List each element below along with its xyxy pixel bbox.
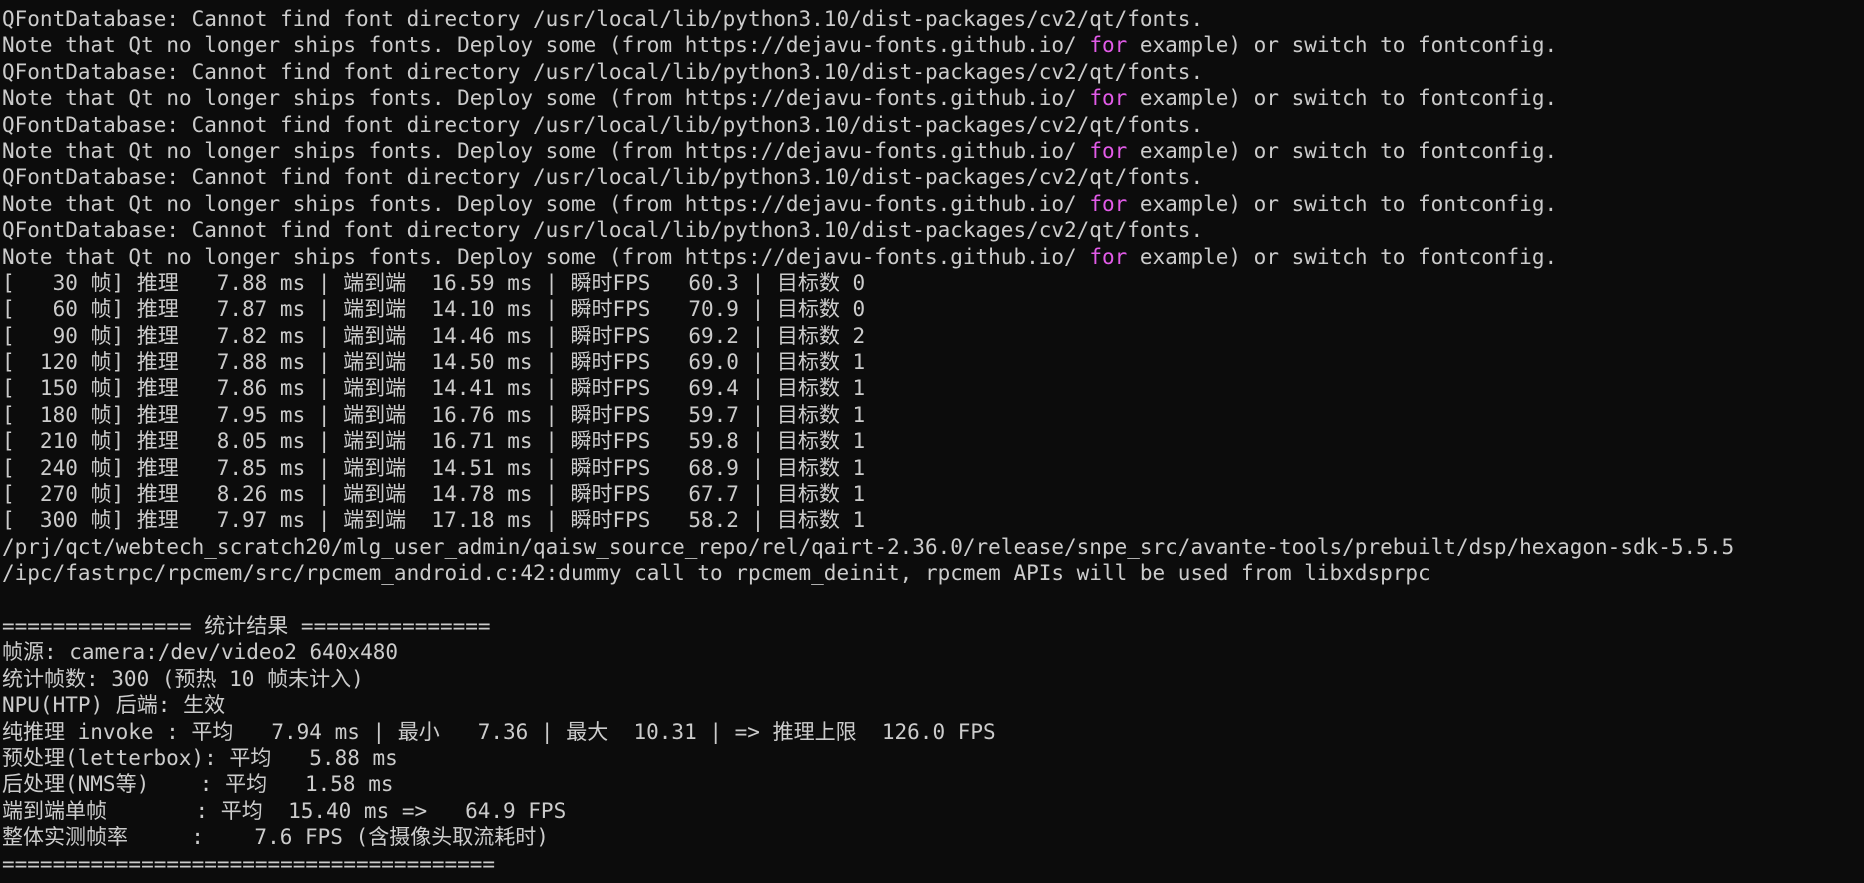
output-text: [ 30 帧] 推理 7.88 ms | 端到端 16.59 ms | 瞬时FP… [2,270,866,295]
terminal-line: /ipc/fastrpc/rpcmem/src/rpcmem_android.c… [2,560,1864,586]
output-text: [ 90 帧] 推理 7.82 ms | 端到端 14.46 ms | 瞬时FP… [2,323,866,348]
output-text: ======================================= [2,851,496,876]
terminal-line: =============== 统计结果 =============== [2,613,1864,639]
output-text: example) or switch to fontconfig. [1127,244,1558,269]
output-text: [ 270 帧] 推理 8.26 ms | 端到端 14.78 ms | 瞬时F… [2,482,866,507]
terminal-line: [ 270 帧] 推理 8.26 ms | 端到端 14.78 ms | 瞬时F… [2,481,1864,507]
terminal-line: 纯推理 invoke : 平均 7.94 ms | 最小 7.36 | 最大 1… [2,719,1864,745]
output-text: 统计帧数: 300 (预热 10 帧未计入) [2,666,364,691]
terminal-line: [ 300 帧] 推理 7.97 ms | 端到端 17.18 ms | 瞬时F… [2,507,1864,533]
output-text: Note that Qt no longer ships fonts. Depl… [2,86,1090,111]
terminal-line: Note that Qt no longer ships fonts. Depl… [2,85,1864,111]
output-text: 整体实测帧率 : 7.6 FPS (含摄像头取流耗时) [2,825,549,850]
terminal-line: QFontDatabase: Cannot find font director… [2,217,1864,243]
terminal-line: QFontDatabase: Cannot find font director… [2,164,1864,190]
terminal-line: [ 90 帧] 推理 7.82 ms | 端到端 14.46 ms | 瞬时FP… [2,323,1864,349]
output-text: Note that Qt no longer ships fonts. Depl… [2,191,1090,216]
terminal-line: 预处理(letterbox): 平均 5.88 ms [2,745,1864,771]
keyword-text: for [1089,86,1128,111]
output-text: QFontDatabase: Cannot find font director… [2,7,1204,31]
terminal-line: 整体实测帧率 : 7.6 FPS (含摄像头取流耗时) [2,824,1864,850]
terminal-line: 帧源: camera:/dev/video2 640x480 [2,639,1864,665]
terminal-line: NPU(HTP) 后端: 生效 [2,692,1864,718]
terminal-line: QFontDatabase: Cannot find font director… [2,112,1864,138]
terminal-line: QFontDatabase: Cannot find font director… [2,6,1864,32]
terminal-line: QFontDatabase: Cannot find font director… [2,59,1864,85]
output-text: [ 240 帧] 推理 7.85 ms | 端到端 14.51 ms | 瞬时F… [2,455,866,480]
output-text: /prj/qct/webtech_scratch20/mlg_user_admi… [2,534,1735,559]
terminal-line: Note that Qt no longer ships fonts. Depl… [2,138,1864,164]
terminal-line: 端到端单帧 : 平均 15.40 ms => 64.9 FPS [2,798,1864,824]
output-text: example) or switch to fontconfig. [1127,191,1558,216]
terminal-line: Note that Qt no longer ships fonts. Depl… [2,32,1864,58]
terminal-line: [ 150 帧] 推理 7.86 ms | 端到端 14.41 ms | 瞬时F… [2,375,1864,401]
output-text: NPU(HTP) 后端: 生效 [2,693,226,718]
terminal-window[interactable]: QFontDatabase: Cannot find font director… [0,0,1864,883]
keyword-text: for [1089,191,1128,216]
output-text: 帧源: camera:/dev/video2 640x480 [2,640,399,665]
output-text: example) or switch to fontconfig. [1127,138,1558,163]
output-text: [ 300 帧] 推理 7.97 ms | 端到端 17.18 ms | 瞬时F… [2,508,866,533]
output-text: Note that Qt no longer ships fonts. Depl… [2,33,1090,58]
output-text: example) or switch to fontconfig. [1127,86,1558,111]
output-text: /ipc/fastrpc/rpcmem/src/rpcmem_android.c… [2,561,1431,586]
output-text: 预处理(letterbox): 平均 5.88 ms [2,745,398,770]
terminal-line: Note that Qt no longer ships fonts. Depl… [2,191,1864,217]
output-text: QFontDatabase: Cannot find font director… [2,112,1204,137]
output-text: [ 210 帧] 推理 8.05 ms | 端到端 16.71 ms | 瞬时F… [2,429,866,454]
output-text: QFontDatabase: Cannot find font director… [2,59,1204,84]
keyword-text: for [1089,244,1128,269]
terminal-line: [ 30 帧] 推理 7.88 ms | 端到端 16.59 ms | 瞬时FP… [2,270,1864,296]
output-text: example) or switch to fontconfig. [1127,33,1558,58]
output-text: [ 60 帧] 推理 7.87 ms | 端到端 14.10 ms | 瞬时FP… [2,297,866,322]
terminal-line: Note that Qt no longer ships fonts. Depl… [2,244,1864,270]
output-text: [ 120 帧] 推理 7.88 ms | 端到端 14.50 ms | 瞬时F… [2,350,866,375]
output-text: 纯推理 invoke : 平均 7.94 ms | 最小 7.36 | 最大 1… [2,719,996,744]
terminal-line: 统计帧数: 300 (预热 10 帧未计入) [2,666,1864,692]
terminal-line: ======================================= [2,851,1864,877]
terminal-line: /prj/qct/webtech_scratch20/mlg_user_admi… [2,534,1864,560]
terminal-line: [ 60 帧] 推理 7.87 ms | 端到端 14.10 ms | 瞬时FP… [2,296,1864,322]
output-text: 端到端单帧 : 平均 15.40 ms => 64.9 FPS [2,798,567,823]
terminal-line: [ 120 帧] 推理 7.88 ms | 端到端 14.50 ms | 瞬时F… [2,349,1864,375]
terminal-line: [ 210 帧] 推理 8.05 ms | 端到端 16.71 ms | 瞬时F… [2,428,1864,454]
terminal-line: 后处理(NMS等) : 平均 1.58 ms [2,771,1864,797]
output-text: Note that Qt no longer ships fonts. Depl… [2,138,1090,163]
output-text: QFontDatabase: Cannot find font director… [2,218,1204,243]
keyword-text: for [1089,33,1128,58]
output-text: [ 150 帧] 推理 7.86 ms | 端到端 14.41 ms | 瞬时F… [2,376,866,401]
terminal-output: QFontDatabase: Cannot find font director… [0,0,1864,877]
terminal-line: [ 180 帧] 推理 7.95 ms | 端到端 16.76 ms | 瞬时F… [2,402,1864,428]
keyword-text: for [1089,138,1128,163]
output-text: QFontDatabase: Cannot find font director… [2,165,1204,190]
output-text: [ 180 帧] 推理 7.95 ms | 端到端 16.76 ms | 瞬时F… [2,402,866,427]
terminal-line: [ 240 帧] 推理 7.85 ms | 端到端 14.51 ms | 瞬时F… [2,455,1864,481]
output-text: Note that Qt no longer ships fonts. Depl… [2,244,1090,269]
output-text: =============== 统计结果 =============== [2,613,491,638]
output-text: 后处理(NMS等) : 平均 1.58 ms [2,772,394,797]
